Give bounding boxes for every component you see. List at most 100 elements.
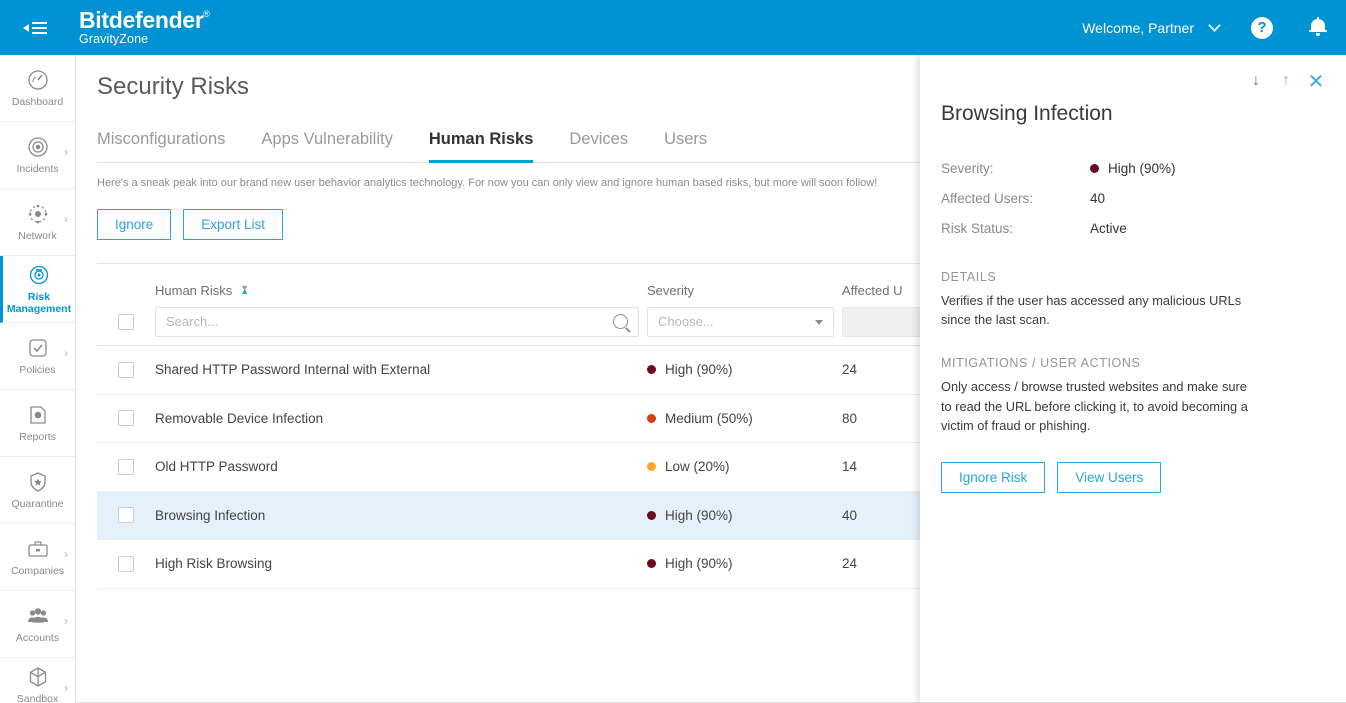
risk-name: Removable Device Infection — [155, 411, 647, 426]
top-bar: Bitdefender® GravityZone Welcome, Partne… — [0, 0, 1346, 55]
severity-label: High (90%) — [1108, 161, 1176, 176]
notifications-button[interactable] — [1290, 0, 1346, 55]
ignore-risk-button[interactable]: Ignore Risk — [941, 462, 1045, 493]
close-icon[interactable]: ✕ — [1304, 69, 1328, 93]
severity-dot — [1090, 164, 1099, 173]
search-field-wrapper — [155, 307, 639, 337]
risk-management-icon — [27, 263, 51, 287]
tab-misconfigurations[interactable]: Misconfigurations — [97, 124, 225, 163]
sidebar-item-reports[interactable]: Reports — [0, 390, 75, 457]
sidebar-item-risk-management[interactable]: Risk Management — [0, 256, 75, 323]
risk-severity: High (90%) — [647, 556, 842, 571]
panel-field-label: Severity: — [941, 161, 1090, 176]
mitigations-section-heading: MITIGATIONS / USER ACTIONS — [941, 356, 1346, 370]
sidebar: Dashboard Incidents › — [0, 55, 76, 703]
mitigations-section-body: Only access / browse trusted websites an… — [941, 377, 1259, 435]
row-checkbox[interactable] — [118, 410, 134, 426]
severity-label: High (90%) — [665, 556, 733, 571]
reports-icon — [26, 403, 50, 427]
sandbox-analyzer-icon — [26, 665, 50, 689]
sidebar-item-sandbox-analyzer[interactable]: Sandbox Analyzer › — [0, 658, 75, 703]
sidebar-item-label: Dashboard — [12, 96, 63, 108]
row-checkbox[interactable] — [118, 362, 134, 378]
policies-icon — [26, 336, 50, 360]
risk-severity: Low (20%) — [647, 459, 842, 474]
chevron-right-icon: › — [64, 547, 68, 561]
row-checkbox-cell — [97, 459, 155, 475]
tab-devices[interactable]: Devices — [569, 124, 628, 163]
top-bar-right: Welcome, Partner ? — [1082, 0, 1346, 55]
help-icon: ? — [1251, 17, 1273, 39]
view-users-button[interactable]: View Users — [1057, 462, 1161, 493]
quarantine-icon — [26, 470, 50, 494]
sidebar-item-incidents[interactable]: Incidents › — [0, 122, 75, 189]
panel-field-affected-users: Affected Users: 40 — [941, 183, 1346, 213]
export-list-button[interactable]: Export List — [183, 209, 283, 240]
help-button[interactable]: ? — [1234, 0, 1290, 55]
welcome-label[interactable]: Welcome, Partner — [1082, 20, 1194, 36]
panel-fields: Severity: High (90%) Affected Users: 40 … — [941, 153, 1346, 243]
select-all-cell — [97, 314, 155, 330]
select-all-checkbox[interactable] — [118, 314, 134, 330]
severity-dot — [647, 365, 656, 374]
dashboard-icon — [26, 68, 50, 92]
sidebar-item-policies[interactable]: Policies › — [0, 323, 75, 390]
row-checkbox[interactable] — [118, 459, 134, 475]
sidebar-item-label: Accounts — [16, 632, 59, 644]
notification-bell-icon — [1309, 18, 1327, 38]
risk-details-panel: ↓ ↑ ✕ Browsing Infection Severity: High … — [920, 55, 1346, 703]
risk-severity: High (90%) — [647, 508, 842, 523]
column-header-label: Severity — [647, 283, 694, 298]
sidebar-item-label: Incidents — [16, 163, 58, 175]
sidebar-item-dashboard[interactable]: Dashboard — [0, 55, 75, 122]
severity-dot — [647, 559, 656, 568]
ignore-button[interactable]: Ignore — [97, 209, 171, 240]
panel-toolbar: ↓ ↑ ✕ — [920, 55, 1346, 93]
sidebar-item-accounts[interactable]: Accounts › — [0, 591, 75, 658]
chevron-down-icon[interactable] — [1194, 0, 1234, 55]
arrow-down-icon[interactable]: ↓ — [1244, 69, 1268, 93]
severity-filter-select[interactable]: Choose... — [647, 307, 834, 337]
sidebar-item-label: Quarantine — [12, 498, 64, 510]
panel-button-row: Ignore Risk View Users — [941, 462, 1346, 493]
severity-label: High (90%) — [665, 362, 733, 377]
sidebar-item-label: Reports — [19, 431, 56, 443]
risk-name: Browsing Infection — [155, 508, 647, 523]
column-header-severity[interactable]: Severity — [647, 283, 842, 298]
sidebar-item-label: Risk Management — [3, 291, 75, 315]
chevron-right-icon: › — [64, 614, 68, 628]
details-section-heading: DETAILS — [941, 270, 1346, 284]
row-checkbox-cell — [97, 507, 155, 523]
brand-logo[interactable]: Bitdefender® GravityZone — [79, 9, 204, 46]
sidebar-item-companies[interactable]: Companies › — [0, 524, 75, 591]
caret-down-icon — [815, 320, 823, 325]
severity-label: High (90%) — [665, 508, 733, 523]
chevron-right-icon: › — [64, 212, 68, 226]
row-checkbox[interactable] — [118, 556, 134, 572]
search-input[interactable] — [156, 309, 596, 335]
panel-field-value: 40 — [1090, 191, 1105, 206]
severity-dot — [647, 414, 656, 423]
panel-field-value: High (90%) — [1090, 161, 1176, 176]
column-header-human-risks[interactable]: Human Risks ▲▼ — [155, 283, 647, 298]
search-icon[interactable] — [613, 314, 628, 329]
tab-apps-vulnerability[interactable]: Apps Vulnerability — [261, 124, 392, 163]
incidents-icon — [26, 135, 50, 159]
risk-severity: Medium (50%) — [647, 411, 842, 426]
sidebar-item-network[interactable]: Network › — [0, 189, 75, 256]
risk-severity: High (90%) — [647, 362, 842, 377]
risk-name: Shared HTTP Password Internal with Exter… — [155, 362, 647, 377]
tab-human-risks[interactable]: Human Risks — [429, 124, 534, 163]
sidebar-item-label: Companies — [11, 565, 64, 577]
arrow-up-icon[interactable]: ↑ — [1274, 69, 1298, 93]
accounts-icon — [26, 604, 50, 628]
sidebar-item-label: Policies — [19, 364, 55, 376]
row-checkbox-cell — [97, 410, 155, 426]
sidebar-item-quarantine[interactable]: Quarantine — [0, 457, 75, 524]
row-checkbox[interactable] — [118, 507, 134, 523]
column-header-label: Affected U — [842, 283, 902, 298]
collapse-menu-button[interactable] — [0, 0, 72, 55]
tab-users[interactable]: Users — [664, 124, 707, 163]
collapse-menu-icon — [23, 20, 49, 36]
severity-filter-value: Choose... — [648, 314, 714, 329]
